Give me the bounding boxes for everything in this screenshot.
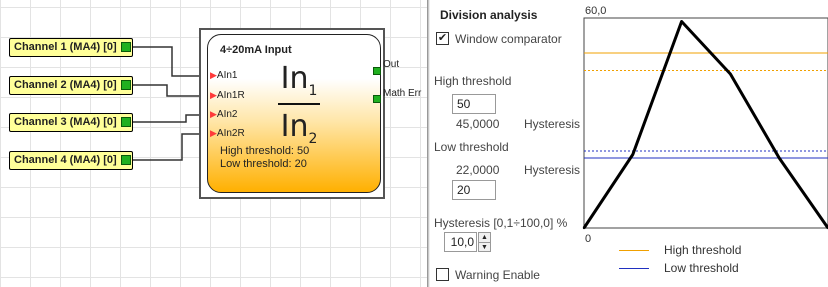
pin-ain1r[interactable]: ▶AIn1R <box>210 90 245 101</box>
low-threshold-computed: 22,0000 <box>456 163 500 177</box>
channel-2-input[interactable]: Channel 2 (MA4) [0] <box>9 76 133 95</box>
channel-3-input[interactable]: Channel 3 (MA4) [0] <box>9 113 133 132</box>
block-low-threshold: Low threshold: 20 <box>220 158 307 170</box>
low-hysteresis-label: Hysteresis <box>524 163 581 177</box>
channel-3-connector[interactable] <box>121 117 131 127</box>
data-point-2 <box>680 20 683 23</box>
threshold-chart: 60,0 0 High threshold Low threshold <box>582 0 828 287</box>
logic-canvas[interactable]: Channel 1 (MA4) [0] Channel 2 (MA4) [0] … <box>0 0 427 287</box>
formula-numerator: In1 <box>280 61 318 99</box>
high-threshold-input[interactable]: 50 <box>452 94 496 114</box>
warning-enable-label: Warning Enable <box>455 268 540 282</box>
channel-1-connector[interactable] <box>121 42 131 52</box>
block-title: 4÷20mA Input <box>220 44 292 56</box>
legend-low-swatch <box>619 268 649 269</box>
high-threshold-computed: 45,0000 <box>456 117 500 131</box>
math-err-label: Math Err <box>383 88 422 99</box>
hysteresis-label: Hysteresis [0,1÷100,0] % <box>434 216 568 230</box>
pin-ain2[interactable]: ▶AIn2 <box>210 109 238 120</box>
block-high-threshold: High threshold: 50 <box>220 145 310 157</box>
high-hysteresis-label: Hysteresis <box>524 117 581 131</box>
channel-2-connector[interactable] <box>121 80 131 90</box>
warning-enable-checkbox[interactable] <box>436 268 449 281</box>
out-label: Out <box>383 59 400 70</box>
properties-panel: Division analysis ✔ Window comparator Hi… <box>430 0 828 287</box>
channel-2-label: Channel 2 (MA4) [0] <box>14 79 117 91</box>
analog-input-block[interactable]: 4÷20mA Input ▶AIn1 ▶AIn1R ▶AIn2 ▶AIn2R I… <box>207 34 381 193</box>
legend-high-swatch <box>619 250 649 251</box>
channel-3-label: Channel 3 (MA4) [0] <box>14 116 117 128</box>
pin-ain1[interactable]: ▶AIn1 <box>210 70 238 81</box>
legend-low-label: Low threshold <box>664 261 739 275</box>
low-threshold-label: Low threshold <box>434 140 509 154</box>
channel-4-connector[interactable] <box>121 155 131 165</box>
hysteresis-input[interactable]: 10,0 <box>444 232 477 252</box>
spin-down-icon[interactable]: ▼ <box>479 243 490 252</box>
spin-up-icon[interactable]: ▲ <box>479 233 490 243</box>
math-err-connector[interactable] <box>373 95 381 103</box>
out-connector[interactable] <box>373 67 381 75</box>
fraction-bar <box>278 103 320 105</box>
input-arrow-icon: ▶ <box>210 128 217 138</box>
data-point-3 <box>729 72 732 76</box>
high-threshold-label: High threshold <box>434 74 512 88</box>
input-arrow-icon: ▶ <box>210 90 217 100</box>
data-point-4 <box>778 156 781 160</box>
window-comparator-checkbox[interactable]: ✔ <box>436 32 449 45</box>
data-point-1 <box>631 153 634 156</box>
pin-ain2r[interactable]: ▶AIn2R <box>210 128 245 139</box>
chart-plot <box>582 17 828 230</box>
hysteresis-spinner[interactable]: ▲ ▼ <box>478 232 491 252</box>
panel-title: Division analysis <box>440 8 538 22</box>
channel-1-label: Channel 1 (MA4) [0] <box>14 41 117 53</box>
data-point-0 <box>582 226 586 230</box>
formula-denominator: In2 <box>280 109 318 147</box>
input-arrow-icon: ▶ <box>210 109 217 119</box>
input-arrow-icon: ▶ <box>210 70 217 80</box>
window-comparator-label: Window comparator <box>455 32 562 46</box>
division-formula: In1 In2 <box>276 61 322 147</box>
legend-high-label: High threshold <box>664 243 742 257</box>
channel-4-label: Channel 4 (MA4) [0] <box>14 154 117 166</box>
channel-4-input[interactable]: Channel 4 (MA4) [0] <box>9 151 133 170</box>
y-axis-min-label: 0 <box>585 233 592 245</box>
low-threshold-input[interactable]: 20 <box>452 180 496 200</box>
channel-1-input[interactable]: Channel 1 (MA4) [0] <box>9 38 133 57</box>
